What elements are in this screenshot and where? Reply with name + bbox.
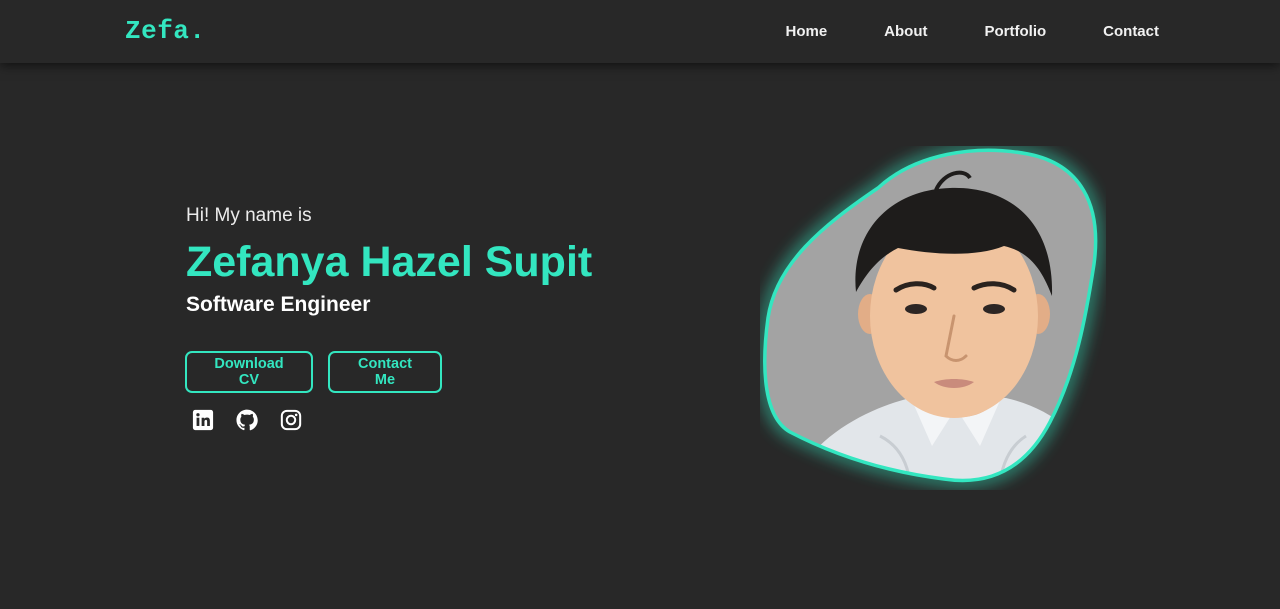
profile-photo-frame	[759, 145, 1106, 490]
contact-me-button[interactable]: Contact Me	[328, 351, 442, 393]
site-logo[interactable]: Zefa.	[125, 16, 206, 46]
social-links	[192, 409, 302, 431]
nav-link-contact[interactable]: Contact	[1103, 23, 1159, 40]
linkedin-icon[interactable]	[192, 409, 214, 431]
nav-link-portfolio[interactable]: Portfolio	[985, 23, 1047, 40]
hero-intro: Hi! My name is Zefanya Hazel Supit Softw…	[186, 204, 592, 318]
nav-links: Home About Portfolio Contact	[728, 23, 1159, 40]
hero-name: Zefanya Hazel Supit	[186, 238, 593, 286]
navbar: Zefa. Home About Portfolio Contact	[0, 0, 1280, 63]
nav-link-home[interactable]: Home	[785, 23, 827, 40]
instagram-icon[interactable]	[280, 409, 302, 431]
github-icon[interactable]	[236, 409, 258, 431]
download-cv-button[interactable]: Download CV	[185, 351, 313, 393]
hero-greeting: Hi! My name is	[186, 205, 312, 226]
hero-buttons: Download CV Contact Me	[185, 351, 442, 393]
profile-photo	[759, 145, 1101, 486]
hero-role: Software Engineer	[186, 293, 371, 316]
nav-link-about[interactable]: About	[884, 23, 927, 40]
